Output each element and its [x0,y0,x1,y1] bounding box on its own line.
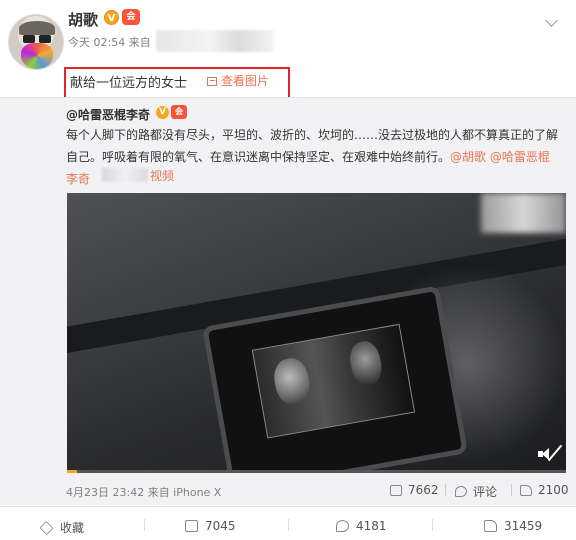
repost-vip-icon: 会 [171,105,187,119]
chevron-down-icon[interactable] [546,16,560,26]
forward-button[interactable]: 7045 [185,519,236,533]
divider [511,484,512,496]
video-player[interactable] [67,193,566,473]
repost-verified-icon: V [156,106,169,119]
blurred-source [156,30,274,52]
vip-icon: 会 [122,9,140,25]
star-icon [39,520,54,535]
favorite-button[interactable]: 收藏 [39,519,85,536]
forward-count: 7045 [205,519,236,533]
repost-forward-button[interactable]: 7662 [390,483,439,497]
repost-like-button[interactable]: 2100 [520,483,569,497]
monitor-face [347,338,385,388]
view-image-link[interactable]: 查看图片 [207,72,269,89]
blurred-link [102,168,148,182]
mention-link[interactable]: 李奇 [66,172,90,186]
post-time-source[interactable]: 今天 02:54 来自 [68,34,151,50]
comment-button[interactable]: 4181 [336,519,387,533]
divider [432,519,433,531]
comment-icon [336,520,349,532]
author-name[interactable]: 胡歌 [68,9,98,30]
video-link[interactable]: 视频 [150,167,174,184]
repost-comment-button[interactable]: 评论 [455,483,497,500]
video-progress[interactable] [67,470,566,473]
like-icon [484,520,497,532]
forward-icon [390,484,402,496]
forward-icon [185,520,198,532]
repost-forward-count: 7662 [408,483,439,497]
image-icon [207,77,217,86]
like-button[interactable]: 31459 [484,519,542,533]
mention-link[interactable]: @哈雷恶棍 [490,150,550,164]
monitor-face [271,355,313,407]
repost-like-count: 2100 [538,483,569,497]
divider [144,519,145,531]
avatar-hair [19,21,55,35]
repost-author[interactable]: @哈雷恶棍李奇 [66,106,150,123]
like-icon [520,484,532,496]
divider [445,484,446,496]
avatar-beard [21,43,53,69]
avatar-glasses [23,35,51,43]
verified-icon: V [104,10,119,25]
divider [288,519,289,531]
video-blur [481,193,566,233]
like-count: 31459 [504,519,543,533]
comment-count: 4181 [356,519,387,533]
repost-meta: 4月23日 23:42 来自 iPhone X [66,486,222,499]
avatar[interactable] [8,14,64,70]
view-image-label: 查看图片 [221,74,270,88]
monitor-screen [251,323,416,439]
mention-link[interactable]: @胡歌 [450,150,486,164]
comment-icon [455,486,467,497]
video-progress-fill [67,470,77,473]
repost-comment-label: 评论 [473,485,498,499]
favorite-label: 收藏 [60,521,85,535]
post-text: 献给一位远方的女士 [70,76,188,91]
